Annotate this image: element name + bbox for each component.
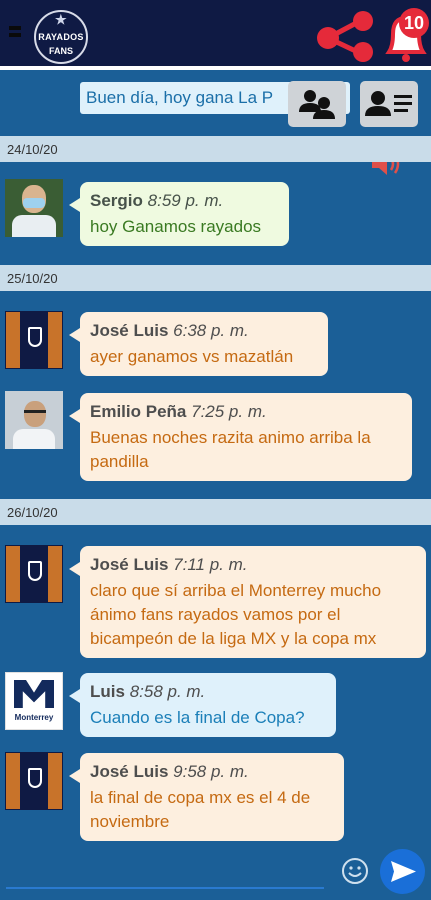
- message-time: 7:25 p. m.: [191, 402, 267, 421]
- chat-message[interactable]: Luis 8:58 p. m. Cuando es la final de Co…: [69, 673, 336, 737]
- message-text: hoy Ganamos rayados: [90, 217, 262, 236]
- send-button[interactable]: [380, 849, 425, 894]
- users-button[interactable]: [288, 81, 346, 127]
- message-time: 8:59 p. m.: [147, 191, 224, 210]
- message-text: Cuando es la final de Copa?: [90, 708, 305, 727]
- rayados-crest-icon: [28, 561, 42, 581]
- rayados-fans-logo: ★ RAYADOS FANS: [34, 10, 88, 64]
- group-icon: [299, 90, 335, 119]
- sender-name: José Luis: [90, 555, 169, 574]
- rayados-crest-icon: [28, 768, 42, 788]
- share-icon[interactable]: [316, 10, 378, 62]
- message-time: 7:11 p. m.: [173, 555, 248, 574]
- chat-message[interactable]: José Luis 7:11 p. m. claro que sí arriba…: [69, 546, 426, 658]
- logo-line2: FANS: [48, 46, 73, 56]
- header-divider: [0, 66, 431, 70]
- profile-list-icon: [365, 91, 412, 116]
- message-time: 8:58 p. m.: [129, 682, 206, 701]
- avatar[interactable]: [5, 179, 63, 237]
- avatar[interactable]: [5, 752, 63, 810]
- send-icon: [391, 861, 416, 882]
- profile-list-button[interactable]: [360, 81, 418, 127]
- sender-name: José Luis: [90, 321, 169, 340]
- message-time: 6:38 p. m.: [173, 321, 249, 340]
- avatar-logo-text: Monterrey: [14, 713, 54, 722]
- rayados-crest-icon: [28, 327, 42, 347]
- avatar[interactable]: [5, 391, 63, 449]
- emoji-icon[interactable]: [340, 856, 370, 886]
- chat-message[interactable]: Sergio 8:59 p. m. hoy Ganamos rayados: [69, 182, 289, 246]
- date-label: 24/10/20: [7, 142, 58, 157]
- chat-message[interactable]: José Luis 9:58 p. m. la final de copa mx…: [69, 753, 344, 841]
- message-input[interactable]: [6, 887, 324, 889]
- sender-name: Emilio Peña: [90, 402, 187, 421]
- chat-message[interactable]: José Luis 6:38 p. m. ayer ganamos vs maz…: [69, 312, 328, 376]
- sender-name: Luis: [90, 682, 125, 701]
- date-separator: 24/10/20: [0, 136, 431, 162]
- sender-name: José Luis: [90, 762, 169, 781]
- avatar[interactable]: [5, 545, 63, 603]
- sender-name: Sergio: [90, 191, 143, 210]
- monterrey-logo-icon: [14, 680, 54, 708]
- message-time: 9:58 p. m.: [173, 762, 249, 781]
- message-text: ayer ganamos vs mazatlán: [90, 347, 294, 366]
- message-text: la final de copa mx es el 4 de noviembre: [90, 788, 311, 831]
- logo-star-icon: ★: [55, 12, 67, 27]
- date-separator: 26/10/20: [0, 499, 431, 525]
- message-text: Buenas noches razita animo arriba la pan…: [90, 428, 371, 471]
- notification-badge: 10: [399, 8, 429, 38]
- date-separator: 25/10/20: [0, 265, 431, 291]
- logo-line1: RAYADOS: [38, 32, 84, 42]
- date-label: 25/10/20: [7, 271, 58, 286]
- app-header: ★ RAYADOS FANS 10: [0, 0, 431, 66]
- message-text: claro que sí arriba el Monterrey mucho á…: [90, 581, 382, 648]
- avatar[interactable]: Monterrey: [5, 672, 63, 730]
- avatar[interactable]: [5, 311, 63, 369]
- date-label: 26/10/20: [7, 505, 58, 520]
- chat-message[interactable]: Emilio Peña 7:25 p. m. Buenas noches raz…: [69, 393, 412, 481]
- menu-icon[interactable]: [9, 26, 21, 44]
